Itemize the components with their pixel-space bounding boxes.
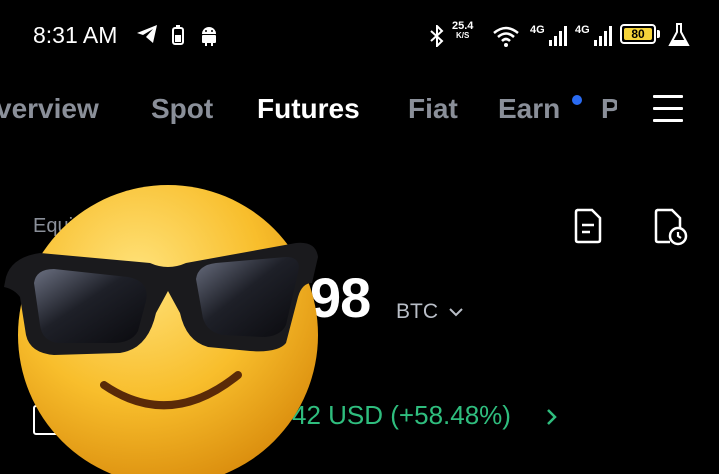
signal-1-label: 4G [530,24,545,36]
network-speed-value: 25.4 [452,20,474,32]
battery-saver-icon [172,25,184,45]
android-icon [202,27,216,46]
signal-1-icon [549,26,567,46]
chevron-down-icon [449,308,463,317]
status-time: 8:31 AM [33,22,118,48]
document-icon[interactable] [572,208,604,244]
battery-level: 80 [624,28,652,40]
tab-futures[interactable]: Futures [257,93,360,125]
telegram-icon [137,25,157,43]
balance-unit-label: BTC [396,300,438,323]
wifi-icon [493,26,519,47]
tab-fiat[interactable]: Fiat [408,93,458,125]
clock-document-icon[interactable] [652,208,692,246]
battery-indicator: 80 [620,24,656,44]
network-speed-unit: K/S [456,31,470,40]
battery-cap [657,30,660,38]
tab-overview[interactable]: verview [0,93,99,125]
hamburger-icon[interactable] [648,92,688,126]
chevron-right-icon[interactable] [545,407,559,427]
tab-partial[interactable]: P [601,93,617,125]
sunglasses-emoji [4,185,318,474]
signal-2-icon [594,26,612,46]
tab-earn[interactable]: Earn [498,93,560,125]
menu-line-bottom [653,119,683,122]
tab-spot[interactable]: Spot [151,93,213,125]
balance-unit[interactable]: BTC [396,300,464,324]
bluetooth-icon [430,25,444,47]
network-speed: 25.4 K/S [452,21,473,41]
menu-line-middle [653,107,683,110]
tab-earn-notification-dot [572,95,582,105]
flask-icon [668,23,690,46]
menu-line-top [653,95,683,98]
signal-2-label: 4G [575,24,590,36]
